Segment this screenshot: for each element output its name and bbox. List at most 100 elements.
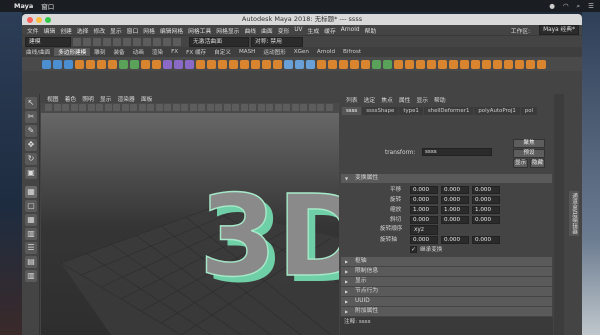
shelf-tool-icon[interactable]	[97, 59, 106, 69]
viewport-toolbar-icon[interactable]	[62, 104, 69, 111]
viewport-toolbar-icon[interactable]	[181, 104, 188, 111]
viewport-panel[interactable]: 视图 着色 照明 显示 渲染器 面板 3D 3D	[41, 94, 339, 335]
shelf-tool-icon[interactable]	[471, 59, 480, 69]
shelf-tool-icon[interactable]	[273, 59, 282, 69]
viewport-toolbar-icon[interactable]	[79, 104, 86, 111]
layout-bottom-icon[interactable]: ▥	[25, 270, 37, 282]
shelf-tab[interactable]: 自定义	[210, 48, 235, 56]
shelf-tool-icon[interactable]	[64, 59, 73, 69]
shelf-tab[interactable]: XGen	[290, 49, 313, 55]
shelf-tool-icon[interactable]	[482, 59, 491, 69]
node-tab[interactable]: type1	[399, 107, 423, 115]
viewport-toolbar-icon[interactable]	[274, 104, 282, 111]
menu-surfaces[interactable]: 曲面	[261, 26, 273, 35]
attr-row-field[interactable]: 0.000	[410, 196, 438, 204]
viewport-toolbar-icon[interactable]	[257, 104, 265, 111]
snap-grid-icon[interactable]	[133, 37, 141, 46]
status-icon[interactable]: ●	[549, 2, 555, 11]
layout-icon[interactable]: ▦	[25, 186, 37, 198]
attr-menu-item[interactable]: 选定	[364, 95, 376, 104]
shelf-tab[interactable]: 雕刻	[90, 48, 109, 56]
menu-arnold[interactable]: Arnold	[341, 27, 360, 33]
shelf-tool-icon[interactable]	[317, 59, 326, 69]
shelf-tool-icon[interactable]	[108, 59, 117, 69]
close-icon[interactable]	[27, 17, 33, 23]
focus-button[interactable]: 聚焦	[513, 139, 545, 148]
attr-row-field[interactable]: 0.000	[441, 196, 469, 204]
menu-mesh[interactable]: 网格	[143, 26, 155, 35]
shelf-tool-icon[interactable]	[174, 59, 183, 69]
layout-two-icon[interactable]: ▥	[25, 228, 37, 240]
mode-dropdown[interactable]: 建模	[25, 36, 71, 47]
viewport-toolbar-icon[interactable]	[291, 104, 299, 111]
viewport-toolbar-icon[interactable]	[147, 104, 154, 111]
viewport-toolbar-icon[interactable]	[138, 104, 146, 111]
minimize-icon[interactable]	[36, 17, 42, 23]
viewport-menu-item[interactable]: 着色	[65, 94, 77, 103]
show-button[interactable]: 显示	[513, 159, 528, 168]
layout-single-icon[interactable]: ▢	[25, 200, 37, 212]
viewport-menu-item[interactable]: 照明	[82, 94, 94, 103]
shelf-tool-icon[interactable]	[262, 59, 271, 69]
shelf-tool-icon[interactable]	[405, 59, 414, 69]
viewport-toolbar-icon[interactable]	[283, 104, 290, 111]
shelf-tool-icon[interactable]	[350, 59, 359, 69]
open-scene-icon[interactable]	[83, 37, 91, 46]
viewport-toolbar-icon[interactable]	[206, 104, 214, 111]
select-mode-icon[interactable]	[123, 37, 131, 46]
rotate-axis-x[interactable]: 0.000	[410, 236, 438, 244]
menu-create[interactable]: 创建	[60, 26, 72, 35]
shelf-tool-icon[interactable]	[229, 59, 238, 69]
shelf-tab[interactable]: 装备	[109, 48, 128, 56]
shelf-tool-icon[interactable]	[42, 59, 51, 69]
zoom-icon[interactable]	[45, 17, 51, 23]
shelf-tab[interactable]: Arnold	[313, 49, 339, 55]
shelf-tab[interactable]: 动画	[129, 48, 148, 56]
menu-display[interactable]: 显示	[110, 26, 122, 35]
shelf-tool-icon[interactable]	[152, 59, 161, 69]
paint-select-icon[interactable]: ✎	[25, 125, 37, 137]
menu-generate[interactable]: 生成	[308, 26, 320, 35]
layout-side-icon[interactable]: ▤	[25, 256, 37, 268]
viewport-toolbar-icon[interactable]	[232, 104, 239, 111]
viewport-toolbar-icon[interactable]	[45, 104, 52, 111]
snap-curve-icon[interactable]	[143, 37, 151, 46]
search-icon[interactable]: ⌕	[577, 2, 581, 11]
viewport-toolbar-icon[interactable]	[240, 104, 248, 111]
shelf-tool-icon[interactable]	[526, 59, 535, 69]
shelf-tool-icon[interactable]	[383, 59, 392, 69]
shelf-tool-icon[interactable]	[185, 59, 194, 69]
collapsed-section[interactable]: 节点行为	[341, 287, 552, 296]
shelf-tool-icon[interactable]	[75, 59, 84, 69]
shelf-tool-icon[interactable]	[163, 59, 172, 69]
menu-cache[interactable]: 缓存	[324, 26, 336, 35]
viewport-toolbar-icon[interactable]	[325, 104, 333, 111]
redo-icon[interactable]	[113, 37, 121, 46]
shelf-tool-icon[interactable]	[207, 59, 216, 69]
shelf-tab[interactable]: 曲线/曲面	[22, 48, 54, 56]
shelf-tool-icon[interactable]	[196, 59, 205, 69]
menu-icon[interactable]: ☰	[588, 2, 594, 11]
viewport-toolbar-icon[interactable]	[215, 104, 222, 111]
attribute-scrollbar[interactable]	[554, 94, 564, 335]
shelf-tool-icon[interactable]	[218, 59, 227, 69]
collapsed-section[interactable]: 限制信息	[341, 267, 552, 276]
shelf-tool-icon[interactable]	[537, 59, 546, 69]
viewport-toolbar-icon[interactable]	[130, 104, 137, 111]
shelf-tool-icon[interactable]	[427, 59, 436, 69]
collapsed-section[interactable]: 附加属性	[341, 307, 552, 316]
symmetry-dropdown[interactable]: 对称: 禁用	[251, 36, 303, 47]
menu-modify[interactable]: 修改	[93, 26, 105, 35]
rotate-axis-y[interactable]: 0.000	[441, 236, 469, 244]
shelf-tool-icon[interactable]	[240, 59, 249, 69]
macos-app-name[interactable]: Maya	[14, 2, 33, 10]
viewport-toolbar-icon[interactable]	[53, 104, 61, 111]
shelf-tool-icon[interactable]	[394, 59, 403, 69]
shelf-tool-icon[interactable]	[284, 59, 293, 69]
viewport-toolbar-icon[interactable]	[266, 104, 273, 111]
collapsed-section[interactable]: UUID	[341, 297, 552, 306]
menu-curves[interactable]: 曲线	[244, 26, 256, 35]
shelf-tool-icon[interactable]	[460, 59, 469, 69]
menu-deform[interactable]: 变形	[278, 26, 290, 35]
workspace-dropdown[interactable]: Maya 经典*	[539, 25, 579, 35]
